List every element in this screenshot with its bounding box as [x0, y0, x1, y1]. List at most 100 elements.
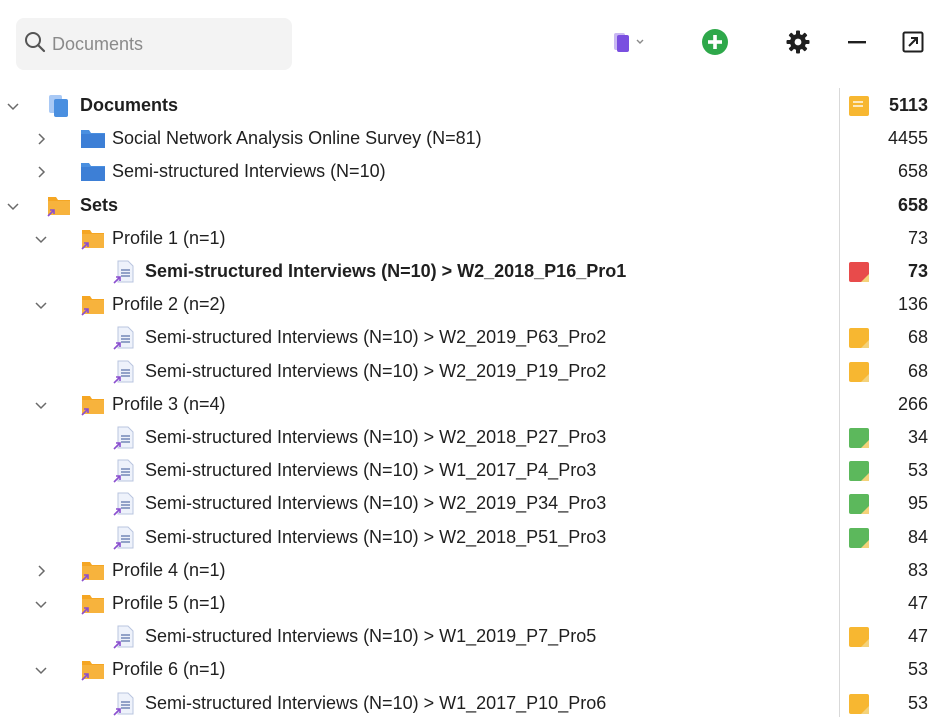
popout-button[interactable]: [898, 27, 928, 61]
tree-row-label: Semi-structured Interviews (N=10) > W2_2…: [145, 427, 607, 447]
chevron-down-icon[interactable]: [4, 97, 22, 115]
tree-row[interactable]: Documents 5113: [0, 89, 932, 122]
tree-row[interactable]: Semi-structured Interviews (N=10) > W2_2…: [0, 321, 932, 354]
tree-row-label: Profile 6 (n=1): [112, 659, 226, 680]
tree-row-count: 73: [907, 261, 928, 281]
tree-row[interactable]: Semi-structured Interviews (N=10) > W1_2…: [0, 454, 932, 487]
minimize-button[interactable]: [842, 27, 872, 61]
tree-row-label: Semi-structured Interviews (N=10) > W2_2…: [145, 327, 607, 348]
tree-row[interactable]: Profile 2 (n=2) 136: [0, 288, 932, 321]
search-input[interactable]: [52, 33, 282, 55]
tree-row-label: Profile 3 (n=4): [112, 393, 226, 414]
tree-row[interactable]: Profile 3 (n=4) 266: [0, 388, 932, 421]
tree-row[interactable]: Semi-structured Interviews (N=10) 658: [0, 155, 932, 188]
tree-row-count: 83: [907, 559, 928, 580]
linked-document-icon: [112, 624, 136, 649]
linked-document-icon: [112, 691, 136, 716]
tree-row-label: Semi-structured Interviews (N=10) > W2_2…: [145, 526, 607, 547]
tree-row[interactable]: Semi-structured Interviews (N=10) > W2_2…: [0, 487, 932, 520]
memo-note-icon[interactable]: [848, 95, 870, 117]
memo-icon[interactable]: [848, 261, 870, 283]
set-folder-icon: [46, 193, 70, 217]
toolbar: [0, 0, 932, 88]
tree-row-count: 34: [907, 427, 928, 447]
document-tree: Documents 5113 Social Network Analysis Onl…: [0, 88, 932, 717]
tree-row[interactable]: Profile 6 (n=1) 53: [0, 653, 932, 686]
tree-row-count: 68: [907, 327, 928, 348]
tree-row[interactable]: Profile 1 (n=1) 73: [0, 222, 932, 255]
search-box[interactable]: [16, 18, 292, 70]
chevron-right-icon[interactable]: [32, 130, 50, 148]
tree-row-count: 84: [907, 526, 928, 547]
memo-icon[interactable]: [848, 460, 870, 482]
tree-row-label: Social Network Analysis Online Survey (N…: [112, 128, 482, 149]
set-folder-icon: [80, 591, 104, 615]
set-folder-icon: [80, 392, 104, 416]
linked-document-icon: [112, 325, 136, 350]
tree-row[interactable]: Sets 658: [0, 189, 932, 222]
tree-row-count: 95: [907, 493, 928, 514]
popout-icon: [901, 30, 925, 59]
tree-row-count: 5113: [888, 95, 928, 115]
tree-row-count: 658: [897, 194, 928, 215]
linked-document-icon: [112, 425, 136, 450]
chevron-down-icon[interactable]: [4, 197, 22, 215]
tree-row[interactable]: Semi-structured Interviews (N=10) > W2_2…: [0, 421, 932, 454]
memo-icon[interactable]: [848, 693, 870, 715]
chevron-down-icon[interactable]: [32, 396, 50, 414]
tree-row-label: Sets: [80, 194, 119, 215]
linked-document-icon: [112, 359, 136, 384]
chevron-down-icon[interactable]: [32, 296, 50, 314]
set-folder-icon: [80, 226, 104, 250]
memo-icon[interactable]: [848, 361, 870, 383]
chevron-down-icon[interactable]: [32, 661, 50, 679]
tree-row-label: Semi-structured Interviews (N=10) > W1_2…: [145, 460, 597, 481]
gear-icon: [785, 29, 811, 60]
memo-icon[interactable]: [848, 626, 870, 648]
add-circle-icon: [701, 28, 729, 61]
settings-button[interactable]: [782, 27, 814, 61]
folder-icon: [80, 159, 105, 183]
tree-row-count: 68: [907, 360, 928, 381]
tree-row[interactable]: Semi-structured Interviews (N=10) > W1_2…: [0, 620, 932, 653]
minus-icon: [846, 31, 868, 58]
tree-row-label: Profile 5 (n=1): [112, 593, 226, 613]
tree-row-label: Profile 1 (n=1): [112, 227, 226, 248]
linked-document-icon: [112, 458, 136, 483]
tree-row-count: 4455: [887, 128, 928, 149]
memo-icon[interactable]: [848, 427, 870, 449]
tree-row[interactable]: Semi-structured Interviews (N=10) > W2_2…: [0, 355, 932, 388]
tree-row[interactable]: Semi-structured Interviews (N=10) > W2_2…: [0, 521, 932, 554]
document-dropdown-icon: [608, 29, 648, 60]
chevron-right-icon[interactable]: [32, 562, 50, 580]
chevron-right-icon[interactable]: [32, 163, 50, 181]
memo-icon[interactable]: [848, 493, 870, 515]
chevron-down-icon[interactable]: [32, 230, 50, 248]
tree-row-count: 658: [897, 161, 928, 182]
tree-row-label: Documents: [80, 95, 179, 115]
memo-icon[interactable]: [848, 527, 870, 549]
tree-row-count: 53: [907, 692, 928, 713]
document-dropdown-button[interactable]: [606, 27, 650, 61]
tree-row[interactable]: Profile 5 (n=1) 47: [0, 587, 932, 620]
set-folder-icon: [80, 657, 104, 681]
search-icon: [24, 31, 46, 58]
tree-row-label: Profile 4 (n=1): [112, 559, 226, 580]
tree-row[interactable]: Semi-structured Interviews (N=10) > W2_2…: [0, 255, 932, 288]
folder-icon: [80, 126, 105, 150]
linked-document-icon: [112, 259, 136, 284]
tree-row-count: 53: [907, 659, 928, 680]
set-folder-icon: [80, 558, 104, 582]
tree-row-label: Semi-structured Interviews (N=10) > W2_2…: [145, 493, 607, 514]
tree-row[interactable]: Semi-structured Interviews (N=10) > W1_2…: [0, 687, 932, 717]
linked-document-icon: [112, 525, 136, 550]
tree-row-count: 73: [907, 227, 928, 248]
tree-row[interactable]: Social Network Analysis Online Survey (N…: [0, 122, 932, 155]
tree-row[interactable]: Profile 4 (n=1) 83: [0, 554, 932, 587]
set-folder-icon: [80, 292, 104, 316]
memo-icon[interactable]: [848, 327, 870, 349]
tree-row-label: Semi-structured Interviews (N=10) > W1_2…: [145, 626, 597, 647]
tree-row-count: 266: [897, 393, 928, 414]
chevron-down-icon[interactable]: [32, 595, 50, 613]
add-button[interactable]: [698, 27, 732, 61]
